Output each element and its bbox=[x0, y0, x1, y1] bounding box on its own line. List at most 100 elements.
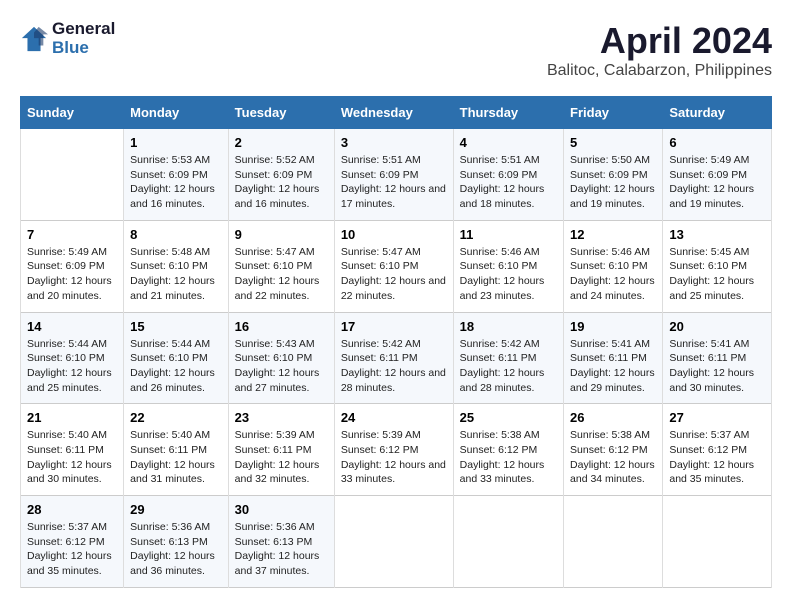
day-number: 22 bbox=[130, 410, 222, 425]
day-number: 28 bbox=[27, 502, 117, 517]
calendar-cell: 13 Sunrise: 5:45 AMSunset: 6:10 PMDayligh… bbox=[663, 220, 772, 312]
calendar-cell bbox=[21, 129, 124, 221]
day-info: Sunrise: 5:39 AMSunset: 6:12 PMDaylight:… bbox=[341, 428, 447, 487]
calendar-cell: 21Sunrise: 5:40 AMSunset: 6:11 PMDayligh… bbox=[21, 404, 124, 496]
day-info: Sunrise: 5:47 AMSunset: 6:10 PMDaylight:… bbox=[341, 245, 447, 304]
day-info: Sunrise: 5:38 AMSunset: 6:12 PMDaylight:… bbox=[460, 428, 557, 487]
logo-icon bbox=[20, 25, 48, 53]
calendar-cell: 28 Sunrise: 5:37 AMSunset: 6:12 PMDayligh… bbox=[21, 496, 124, 588]
column-header-monday: Monday bbox=[124, 97, 229, 129]
day-info: Sunrise: 5:48 AMSunset: 6:10 PMDaylight:… bbox=[130, 245, 222, 304]
day-info: Sunrise: 5:36 AMSunset: 6:13 PMDaylight:… bbox=[130, 520, 222, 579]
day-info: Sunrise: 5:51 AMSunset: 6:09 PMDaylight:… bbox=[341, 153, 447, 212]
week-row-2: 7 Sunrise: 5:49 AMSunset: 6:09 PMDaylight… bbox=[21, 220, 772, 312]
calendar-cell: 26 Sunrise: 5:38 AMSunset: 6:12 PMDayligh… bbox=[564, 404, 663, 496]
column-header-sunday: Sunday bbox=[21, 97, 124, 129]
day-info: Sunrise: 5:40 AMSunset: 6:11 PMDaylight:… bbox=[130, 428, 222, 487]
day-info: Sunrise: 5:46 AMSunset: 6:10 PMDaylight:… bbox=[460, 245, 557, 304]
calendar-cell: 22 Sunrise: 5:40 AMSunset: 6:11 PMDayligh… bbox=[124, 404, 229, 496]
day-info: Sunrise: 5:49 AMSunset: 6:09 PMDaylight:… bbox=[27, 245, 117, 304]
calendar-cell: 10 Sunrise: 5:47 AMSunset: 6:10 PMDayligh… bbox=[334, 220, 453, 312]
main-title: April 2024 bbox=[547, 20, 772, 62]
page-header: General Blue April 2024 Balitoc, Calabar… bbox=[20, 20, 772, 80]
day-info: Sunrise: 5:41 AMSunset: 6:11 PMDaylight:… bbox=[669, 337, 765, 396]
column-header-saturday: Saturday bbox=[663, 97, 772, 129]
day-info: Sunrise: 5:49 AMSunset: 6:09 PMDaylight:… bbox=[669, 153, 765, 212]
calendar-cell: 15 Sunrise: 5:44 AMSunset: 6:10 PMDayligh… bbox=[124, 312, 229, 404]
day-number: 8 bbox=[130, 227, 222, 242]
day-number: 9 bbox=[235, 227, 328, 242]
day-number: 20 bbox=[669, 319, 765, 334]
day-info: Sunrise: 5:37 AMSunset: 6:12 PMDaylight:… bbox=[669, 428, 765, 487]
day-info: Sunrise: 5:44 AMSunset: 6:10 PMDaylight:… bbox=[27, 337, 117, 396]
calendar-cell bbox=[663, 496, 772, 588]
calendar-cell: 2 Sunrise: 5:52 AMSunset: 6:09 PMDaylight… bbox=[228, 129, 334, 221]
calendar-cell: 25 Sunrise: 5:38 AMSunset: 6:12 PMDayligh… bbox=[453, 404, 563, 496]
day-number: 7 bbox=[27, 227, 117, 242]
column-header-wednesday: Wednesday bbox=[334, 97, 453, 129]
day-info: Sunrise: 5:43 AMSunset: 6:10 PMDaylight:… bbox=[235, 337, 328, 396]
day-number: 29 bbox=[130, 502, 222, 517]
calendar-cell: 11 Sunrise: 5:46 AMSunset: 6:10 PMDayligh… bbox=[453, 220, 563, 312]
day-info: Sunrise: 5:39 AMSunset: 6:11 PMDaylight:… bbox=[235, 428, 328, 487]
column-header-tuesday: Tuesday bbox=[228, 97, 334, 129]
day-info: Sunrise: 5:52 AMSunset: 6:09 PMDaylight:… bbox=[235, 153, 328, 212]
calendar-cell bbox=[453, 496, 563, 588]
calendar-cell: 17 Sunrise: 5:42 AMSunset: 6:11 PMDayligh… bbox=[334, 312, 453, 404]
calendar-cell: 4Sunrise: 5:51 AMSunset: 6:09 PMDaylight… bbox=[453, 129, 563, 221]
calendar-cell bbox=[334, 496, 453, 588]
day-number: 16 bbox=[235, 319, 328, 334]
day-number: 12 bbox=[570, 227, 656, 242]
calendar-cell: 3Sunrise: 5:51 AMSunset: 6:09 PMDaylight… bbox=[334, 129, 453, 221]
calendar-cell: 12 Sunrise: 5:46 AMSunset: 6:10 PMDayligh… bbox=[564, 220, 663, 312]
calendar-cell: 23Sunrise: 5:39 AMSunset: 6:11 PMDayligh… bbox=[228, 404, 334, 496]
calendar-cell: 8 Sunrise: 5:48 AMSunset: 6:10 PMDaylight… bbox=[124, 220, 229, 312]
day-number: 15 bbox=[130, 319, 222, 334]
column-header-friday: Friday bbox=[564, 97, 663, 129]
day-number: 17 bbox=[341, 319, 447, 334]
calendar-cell: 5Sunrise: 5:50 AMSunset: 6:09 PMDaylight… bbox=[564, 129, 663, 221]
day-info: Sunrise: 5:41 AMSunset: 6:11 PMDaylight:… bbox=[570, 337, 656, 396]
day-info: Sunrise: 5:42 AMSunset: 6:11 PMDaylight:… bbox=[460, 337, 557, 396]
day-info: Sunrise: 5:46 AMSunset: 6:10 PMDaylight:… bbox=[570, 245, 656, 304]
calendar-cell: 20 Sunrise: 5:41 AMSunset: 6:11 PMDayligh… bbox=[663, 312, 772, 404]
calendar-cell: 24 Sunrise: 5:39 AMSunset: 6:12 PMDayligh… bbox=[334, 404, 453, 496]
day-number: 24 bbox=[341, 410, 447, 425]
calendar-cell: 6Sunrise: 5:49 AMSunset: 6:09 PMDaylight… bbox=[663, 129, 772, 221]
header-row: SundayMondayTuesdayWednesdayThursdayFrid… bbox=[21, 97, 772, 129]
logo: General Blue bbox=[20, 20, 115, 57]
week-row-4: 21Sunrise: 5:40 AMSunset: 6:11 PMDayligh… bbox=[21, 404, 772, 496]
day-info: Sunrise: 5:47 AMSunset: 6:10 PMDaylight:… bbox=[235, 245, 328, 304]
week-row-3: 14 Sunrise: 5:44 AMSunset: 6:10 PMDayligh… bbox=[21, 312, 772, 404]
day-number: 18 bbox=[460, 319, 557, 334]
day-info: Sunrise: 5:50 AMSunset: 6:09 PMDaylight:… bbox=[570, 153, 656, 212]
day-info: Sunrise: 5:38 AMSunset: 6:12 PMDaylight:… bbox=[570, 428, 656, 487]
calendar-table: SundayMondayTuesdayWednesdayThursdayFrid… bbox=[20, 96, 772, 588]
logo-text: General Blue bbox=[52, 20, 115, 57]
day-number: 13 bbox=[669, 227, 765, 242]
calendar-cell bbox=[564, 496, 663, 588]
day-info: Sunrise: 5:42 AMSunset: 6:11 PMDaylight:… bbox=[341, 337, 447, 396]
day-info: Sunrise: 5:44 AMSunset: 6:10 PMDaylight:… bbox=[130, 337, 222, 396]
day-number: 10 bbox=[341, 227, 447, 242]
day-number: 1 bbox=[130, 135, 222, 150]
calendar-cell: 9 Sunrise: 5:47 AMSunset: 6:10 PMDaylight… bbox=[228, 220, 334, 312]
day-number: 14 bbox=[27, 319, 117, 334]
calendar-cell: 16 Sunrise: 5:43 AMSunset: 6:10 PMDayligh… bbox=[228, 312, 334, 404]
day-info: Sunrise: 5:40 AMSunset: 6:11 PMDaylight:… bbox=[27, 428, 117, 487]
day-info: Sunrise: 5:53 AMSunset: 6:09 PMDaylight:… bbox=[130, 153, 222, 212]
column-header-thursday: Thursday bbox=[453, 97, 563, 129]
day-number: 4 bbox=[460, 135, 557, 150]
calendar-cell: 7 Sunrise: 5:49 AMSunset: 6:09 PMDaylight… bbox=[21, 220, 124, 312]
day-number: 25 bbox=[460, 410, 557, 425]
calendar-cell: 18 Sunrise: 5:42 AMSunset: 6:11 PMDayligh… bbox=[453, 312, 563, 404]
day-number: 11 bbox=[460, 227, 557, 242]
day-info: Sunrise: 5:45 AMSunset: 6:10 PMDaylight:… bbox=[669, 245, 765, 304]
day-number: 19 bbox=[570, 319, 656, 334]
day-number: 26 bbox=[570, 410, 656, 425]
week-row-1: 1 Sunrise: 5:53 AMSunset: 6:09 PMDaylight… bbox=[21, 129, 772, 221]
calendar-cell: 30Sunrise: 5:36 AMSunset: 6:13 PMDayligh… bbox=[228, 496, 334, 588]
day-number: 2 bbox=[235, 135, 328, 150]
calendar-cell: 1 Sunrise: 5:53 AMSunset: 6:09 PMDaylight… bbox=[124, 129, 229, 221]
day-info: Sunrise: 5:37 AMSunset: 6:12 PMDaylight:… bbox=[27, 520, 117, 579]
